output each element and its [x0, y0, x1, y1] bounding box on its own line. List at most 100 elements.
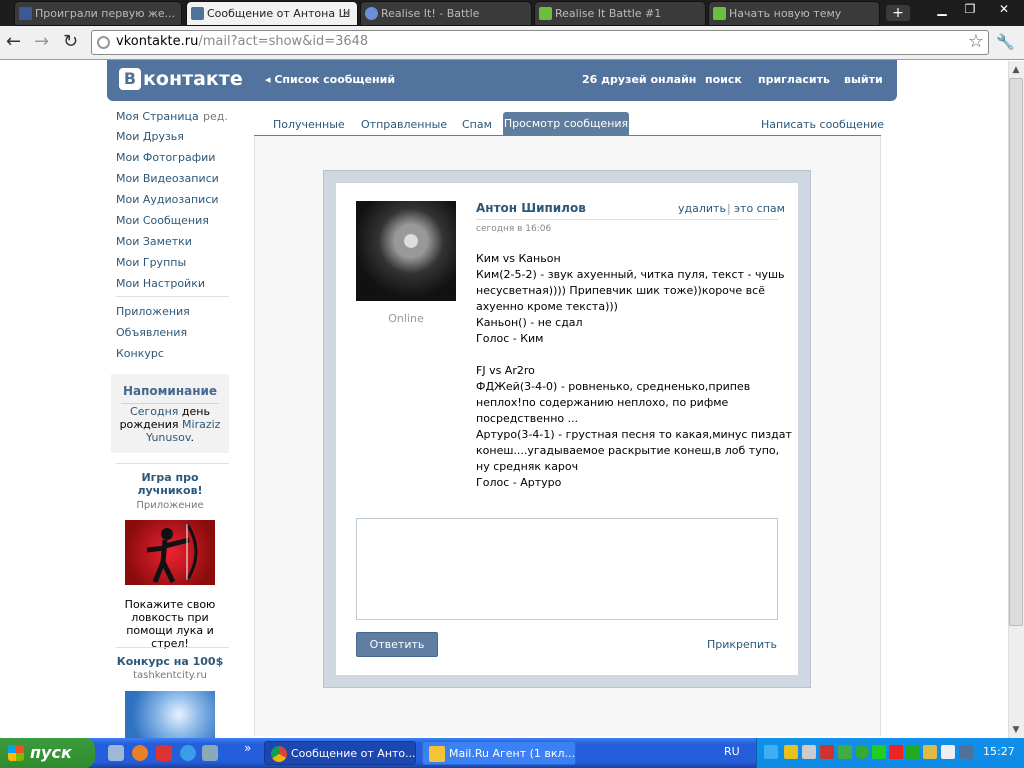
sidebar-item-friends[interactable]: Мои Друзья: [116, 130, 184, 143]
tray-icon[interactable]: [923, 745, 937, 759]
task-label: Сообщение от Анто...: [291, 747, 416, 760]
tab-title: Сообщение от Антона Ш: [207, 7, 351, 20]
browser-tab-1[interactable]: Проиграли первую же...: [14, 1, 182, 26]
sidebar-item-photos[interactable]: Мои Фотографии: [116, 151, 215, 164]
desktop-icon[interactable]: [202, 745, 218, 761]
vk-logo[interactable]: Вконтакте: [119, 68, 243, 92]
reminder-today-link[interactable]: Сегодня: [130, 405, 178, 418]
browser-tab-2[interactable]: Сообщение от Антона Ш ✕: [186, 1, 358, 26]
delete-link[interactable]: удалить: [678, 202, 726, 215]
header-divider: [476, 219, 778, 220]
message-list-label: Список сообщений: [274, 73, 396, 86]
logo-letter: В: [119, 68, 141, 90]
ie-icon[interactable]: [180, 745, 196, 761]
back-icon[interactable]: ←: [6, 33, 21, 51]
logout-link[interactable]: выйти: [844, 73, 883, 86]
mark-spam-link[interactable]: это спам: [734, 202, 785, 215]
attach-link[interactable]: Прикрепить: [707, 638, 777, 651]
scroll-up-icon[interactable]: ▲: [1009, 62, 1023, 78]
message-line: ФДЖей(3-4-0) - ровненько, средненько,при…: [476, 380, 751, 393]
start-button[interactable]: пуск: [0, 738, 95, 768]
message-line: Ким(2-5-2) - звук ахуенный, читка пуля, …: [476, 268, 785, 281]
tab-title: Realise It Battle #1: [555, 7, 662, 20]
tray-icon[interactable]: [764, 745, 778, 759]
message-line: Ким vs Каньон: [476, 252, 561, 265]
sidebar-item-messages[interactable]: Мои Сообщения: [116, 214, 209, 227]
ad-archery-title[interactable]: Игра про лучников!: [111, 471, 229, 497]
forum-icon: [713, 7, 726, 20]
bookmark-star-icon[interactable]: ☆: [968, 31, 984, 52]
ad-archery-text: Покажите свою ловкость при помощи лука и…: [124, 598, 216, 650]
close-tab-icon[interactable]: ✕: [342, 2, 351, 25]
tray-icon[interactable]: [941, 745, 955, 759]
message-line: Голос - Ким: [476, 332, 544, 345]
task-chrome[interactable]: Сообщение от Анто...: [264, 741, 416, 765]
sidebar-item-apps[interactable]: Приложения: [116, 305, 190, 318]
invite-link[interactable]: пригласить: [758, 73, 830, 86]
archer-icon: [146, 523, 198, 584]
browser-tab-4[interactable]: Realise It Battle #1: [534, 1, 706, 26]
tab-inbox[interactable]: Полученные: [273, 118, 345, 131]
scroll-down-icon[interactable]: ▼: [1009, 722, 1023, 738]
play-icon[interactable]: [906, 745, 920, 759]
sidebar-item-my-page[interactable]: Моя Страница: [116, 110, 199, 123]
archer-image[interactable]: [125, 520, 215, 585]
minimize-icon[interactable]: ▁: [928, 0, 956, 18]
ad-contest-title[interactable]: Конкурс на 100$: [111, 655, 229, 668]
sidebar-item-notes[interactable]: Мои Заметки: [116, 235, 192, 248]
tray-icon[interactable]: [820, 745, 834, 759]
task-mailru-agent[interactable]: Mail.Ru Агент (1 вкл...: [422, 741, 576, 765]
reload-icon[interactable]: ↻: [63, 33, 78, 51]
browser-icon[interactable]: [132, 745, 148, 761]
realise-icon: [365, 7, 378, 20]
sidebar-item-audio[interactable]: Мои Аудиозаписи: [116, 193, 219, 206]
new-tab-button[interactable]: +: [886, 5, 910, 21]
quicklaunch-icon[interactable]: [108, 745, 124, 761]
message-date: сегодня в 16:06: [476, 224, 552, 234]
vk-tray-icon[interactable]: [959, 745, 973, 759]
language-indicator[interactable]: RU: [724, 745, 740, 758]
message-list-link[interactable]: ◂ Список сообщений: [265, 73, 395, 86]
reply-textarea[interactable]: [356, 518, 778, 620]
volume-icon[interactable]: [802, 745, 816, 759]
message-line: [476, 347, 766, 363]
ad-archery-sub: Приложение: [136, 500, 204, 511]
tab-title: Realise It! - Battle: [381, 7, 480, 20]
sidebar-item-groups[interactable]: Мои Группы: [116, 256, 186, 269]
sidebar-item-contest[interactable]: Конкурс: [116, 347, 164, 360]
write-message-link[interactable]: Написать сообщение: [761, 118, 884, 131]
reminder-divider: [121, 403, 219, 404]
address-bar[interactable]: vkontakte.ru/mail?act=show&id=3648 ☆: [91, 30, 989, 55]
tab-view-message[interactable]: Просмотр сообщения: [503, 112, 629, 136]
message-body: Ким vs Каньон Ким(2-5-2) - звук ахуенный…: [476, 251, 792, 491]
wrench-icon[interactable]: 🔧: [996, 33, 1015, 51]
sidebar-item-ads[interactable]: Объявления: [116, 326, 187, 339]
browser-tab-5[interactable]: Начать новую тему: [708, 1, 880, 26]
maximize-icon[interactable]: ❐: [956, 0, 984, 18]
contest-image[interactable]: [125, 691, 215, 738]
tray-icon[interactable]: [889, 745, 903, 759]
sender-name[interactable]: Антон Шипилов: [476, 201, 586, 215]
sidebar-item-videos[interactable]: Мои Видеозаписи: [116, 172, 219, 185]
forward-icon[interactable]: →: [34, 33, 49, 51]
friends-online-link[interactable]: 26 друзей онлайн: [582, 73, 696, 86]
tray-icon[interactable]: [872, 745, 886, 759]
app-icon[interactable]: [156, 745, 172, 761]
tab-spam[interactable]: Спам: [462, 118, 492, 131]
tab-sent[interactable]: Отправленные: [361, 118, 447, 131]
sender-avatar[interactable]: [356, 201, 456, 301]
url-host: vkontakte.ru: [116, 34, 199, 49]
close-window-icon[interactable]: ✕: [990, 0, 1018, 18]
tray-icon[interactable]: [838, 745, 852, 759]
icq-icon[interactable]: [855, 745, 869, 759]
sidebar-item-settings[interactable]: Мои Настройки: [116, 277, 205, 290]
edit-link[interactable]: ред.: [203, 110, 228, 123]
scroll-thumb[interactable]: [1009, 78, 1023, 626]
browser-tab-3[interactable]: Realise It! - Battle: [360, 1, 532, 26]
signal-icon[interactable]: [784, 745, 798, 759]
facebook-icon: [19, 7, 32, 20]
search-link[interactable]: поиск: [705, 73, 742, 86]
reply-button[interactable]: Ответить: [356, 632, 438, 657]
envelope-icon: [429, 746, 445, 762]
more-icon[interactable]: »: [244, 741, 251, 755]
